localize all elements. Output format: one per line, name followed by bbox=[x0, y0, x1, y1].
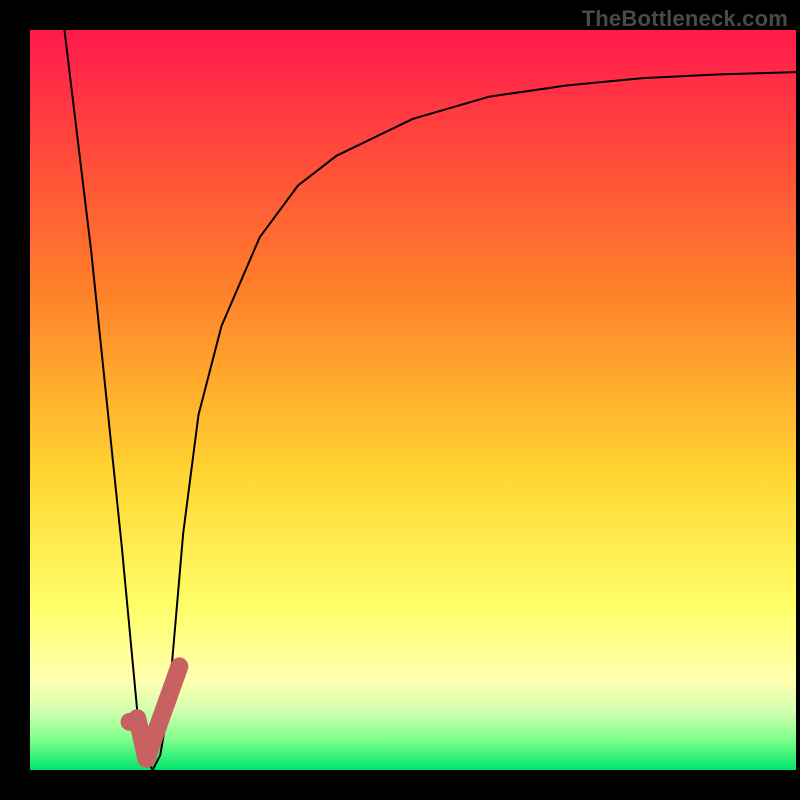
bottleneck-chart bbox=[0, 0, 800, 800]
gradient-background bbox=[30, 30, 796, 770]
plot-area bbox=[30, 30, 796, 770]
optimum-dot-icon bbox=[121, 713, 139, 731]
chart-frame: TheBottleneck.com bbox=[0, 0, 800, 800]
